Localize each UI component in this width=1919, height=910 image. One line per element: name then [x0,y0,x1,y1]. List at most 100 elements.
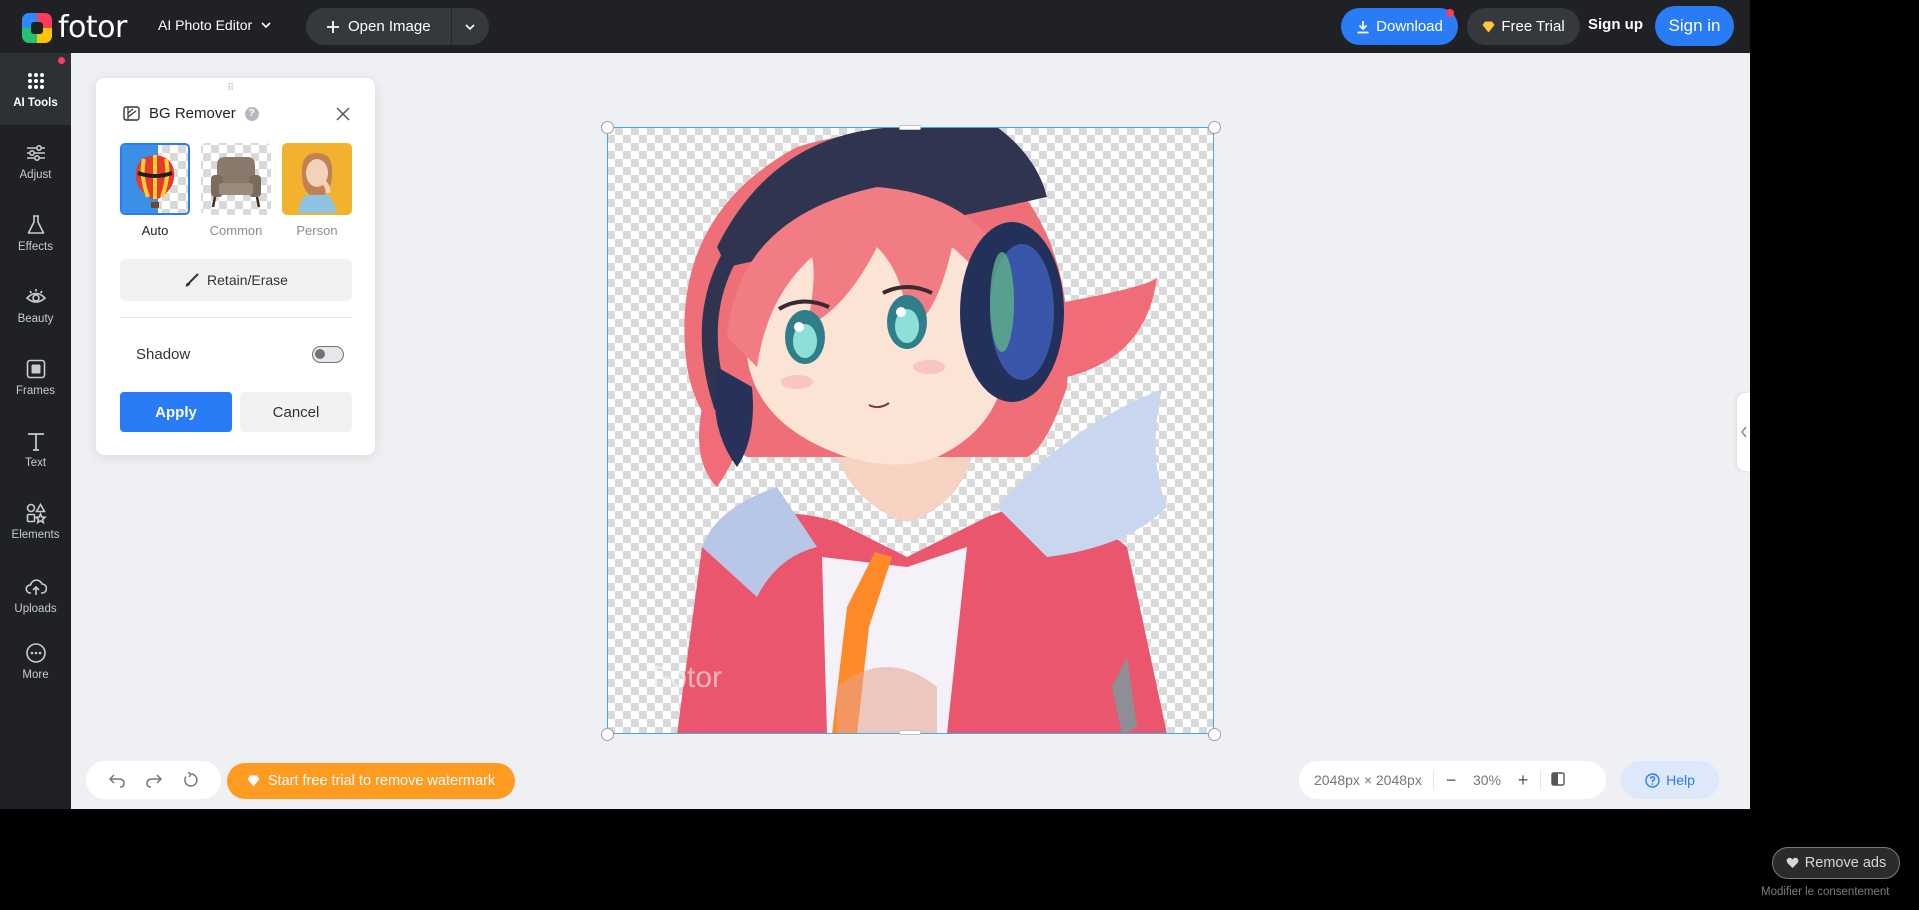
cancel-button[interactable]: Cancel [240,392,352,432]
sidebar-item-label: Elements [11,528,60,541]
eye-icon [25,288,46,303]
shapes-icon [26,502,47,524]
chevron-left-icon [1740,426,1747,438]
mode-common-thumbnail [201,143,271,215]
sign-in-button[interactable]: Sign in [1655,6,1734,46]
resize-handle-top-right[interactable] [1208,121,1221,134]
resize-handle-bottom[interactable] [899,730,921,735]
panel-header: BG Remover ? [123,105,259,122]
free-trial-label: Free Trial [1501,18,1565,35]
heart-icon [1786,857,1799,868]
download-button[interactable]: Download [1341,8,1458,45]
left-sidebar: AI Tools Adjust Effects Beauty Frames Te… [0,53,71,809]
mode-person-thumbnail [282,143,352,215]
mode-selector: Auto Common Person [120,143,352,238]
resize-handle-bottom-right[interactable] [1208,728,1221,741]
close-icon[interactable] [335,106,351,122]
hot-air-balloon-thumbnail [122,145,175,213]
sidebar-item-adjust[interactable]: Adjust [0,125,71,197]
open-image-group: Open Image [306,8,489,45]
collapse-panel-tab[interactable] [1737,393,1750,471]
mode-label: Auto [141,223,169,238]
fotor-logo-icon [22,12,52,43]
open-image-more-button[interactable] [452,8,489,45]
sidebar-item-label: Adjust [19,168,52,181]
zoom-controls: 2048px × 2048px − 30% + [1299,761,1606,799]
app-menu-dropdown[interactable]: AI Photo Editor [158,17,272,33]
panel-divider [120,317,352,318]
more-dots-icon [25,642,46,663]
question-circle-icon [1645,772,1660,788]
free-trial-button[interactable]: Free Trial [1467,8,1580,45]
watermark-cta-label: Start free trial to remove watermark [267,773,496,789]
sidebar-item-elements[interactable]: Elements [0,485,71,557]
sign-up-link[interactable]: Sign up [1588,16,1643,33]
history-controls [86,761,221,799]
selection-frame[interactable] [607,127,1214,734]
sidebar-item-label: Beauty [17,312,54,325]
sidebar-item-frames[interactable]: Frames [0,341,71,413]
apply-button[interactable]: Apply [120,392,232,432]
help-icon[interactable]: ? [244,106,259,121]
chevron-down-icon [465,23,475,30]
open-image-label: Open Image [348,18,431,35]
retain-erase-button[interactable]: Retain/Erase [120,259,352,301]
fotor-logo[interactable]: fotor [22,10,127,45]
retain-erase-label: Retain/Erase [207,272,288,288]
sidebar-item-label: AI Tools [13,96,58,109]
plus-icon [327,20,339,33]
sidebar-item-label: Text [24,456,47,469]
mode-person[interactable]: Person [282,143,352,238]
download-label: Download [1376,18,1443,35]
reset-icon[interactable] [183,772,199,788]
notification-dot [1446,9,1454,17]
sidebar-item-more[interactable]: More [0,625,71,697]
remove-watermark-trial-button[interactable]: Start free trial to remove watermark [227,763,515,799]
armchair-thumbnail [211,157,261,208]
mode-auto[interactable]: Auto [120,143,190,238]
zoom-out-button[interactable]: − [1434,770,1468,791]
notification-dot [58,57,65,64]
consent-link[interactable]: Modifier le consentement [1761,886,1889,898]
mode-common[interactable]: Common [201,143,271,238]
shadow-label: Shadow [136,346,191,363]
frame-icon [26,359,45,378]
sidebar-item-label: More [22,668,49,681]
sidebar-item-text[interactable]: Text [0,413,71,485]
app-menu-label: AI Photo Editor [158,17,253,33]
compare-button[interactable] [1541,770,1575,791]
help-label: Help [1666,772,1695,788]
resize-handle-bottom-left[interactable] [601,728,614,741]
undo-icon[interactable] [108,772,126,788]
drag-handle-icon[interactable]: ⠿ [227,83,235,94]
sidebar-item-ai-tools[interactable]: AI Tools [0,53,71,125]
help-button[interactable]: Help [1621,761,1719,799]
sidebar-item-uploads[interactable]: Uploads [0,559,71,631]
shadow-toggle[interactable] [312,346,344,363]
zoom-level[interactable]: 30% [1468,772,1506,788]
sidebar-item-label: Frames [16,384,55,397]
resize-handle-top-left[interactable] [601,121,614,134]
flask-icon [27,214,44,234]
chevron-down-icon [261,22,271,29]
logo-text: fotor [58,10,127,45]
open-image-button[interactable]: Open Image [306,8,452,45]
brush-icon [185,273,199,286]
panel-title: BG Remover [149,105,236,122]
download-icon [1357,20,1369,33]
sidebar-item-label: Effects [18,240,53,253]
cloud-upload-icon [24,578,47,595]
resize-handle-top[interactable] [899,125,921,130]
zoom-in-button[interactable]: + [1506,770,1540,791]
sidebar-item-beauty[interactable]: Beauty [0,269,71,341]
remove-ads-button[interactable]: Remove ads [1772,847,1900,879]
bg-remover-panel: ⠿ BG Remover ? Auto Common Person Retain… [96,78,375,455]
diamond-icon [1482,21,1495,32]
sliders-icon [26,144,45,161]
remove-ads-label: Remove ads [1804,855,1887,871]
top-bar: fotor AI Photo Editor Open Image Downloa… [0,0,1750,53]
text-icon [27,432,44,451]
sidebar-item-effects[interactable]: Effects [0,197,71,269]
redo-icon[interactable] [145,772,163,788]
grid-dots-icon [27,72,44,89]
